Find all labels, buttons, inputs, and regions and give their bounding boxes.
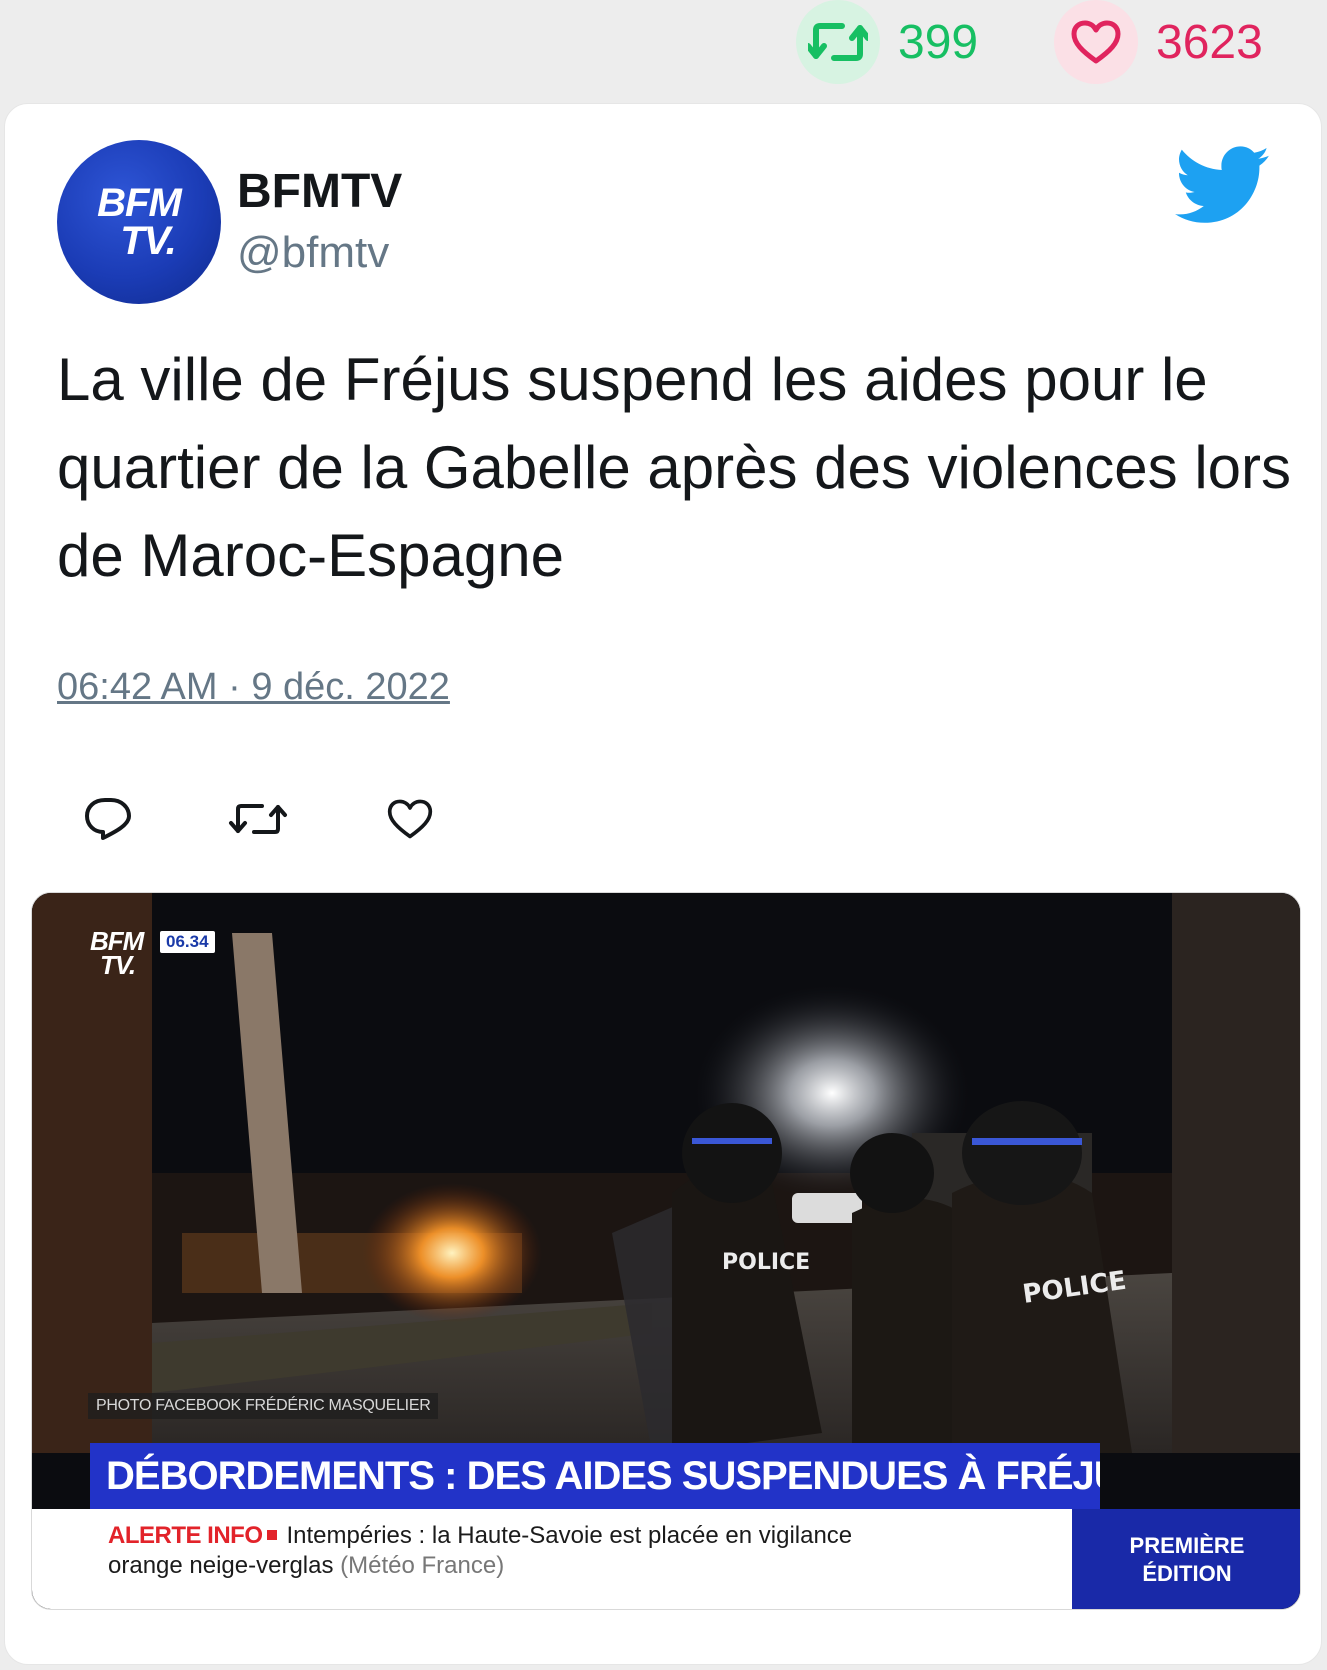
news-ticker: ALERTE INFO Intempéries : la Haute-Savoie… [32,1509,1072,1609]
user-handle[interactable]: @bfmtv [237,228,389,278]
reply-icon [85,798,131,840]
like-stat-icon [1054,0,1138,84]
retweet-icon [808,23,868,61]
ticker-line-1: ALERTE INFO Intempéries : la Haute-Savoie… [108,1521,1072,1551]
ticker-source: (Météo France) [340,1552,505,1579]
police-label: POLICE [722,1250,810,1275]
tweet-media[interactable]: POLICE POLICE BFM TV. 06.34 PHOTO FACEBO… [31,892,1301,1610]
retweet-button[interactable] [223,784,293,854]
like-stat[interactable]: 3623 [1054,0,1263,84]
heart-icon [1071,20,1121,64]
like-count: 3623 [1156,15,1263,69]
avatar-logo-line2: TV. [120,219,177,263]
like-icon [387,799,433,839]
like-button[interactable] [375,784,445,854]
ticker-line-2: orange neige-verglas (Météo France) [108,1551,1072,1581]
retweet-count: 399 [898,15,979,69]
bfm-logo-line2: TV. [100,950,136,980]
tweet-card: BFM TV. BFMTV @bfmtv La ville de Fréjus … [4,103,1322,1665]
stats-bar: 399 3623 [0,0,1327,100]
photo-credit: PHOTO FACEBOOK FRÉDÉRIC MASQUELIER [88,1393,439,1419]
ticker-text-1: Intempéries : la Haute-Savoie est placée… [286,1522,853,1549]
broadcast-clock: 06.34 [160,931,215,953]
tweet-timestamp[interactable]: 06:42 AM · 9 déc. 2022 [57,666,450,709]
bfm-channel-logo: BFM TV. [90,928,144,980]
edition-line2: ÉDITION [1142,1561,1232,1586]
tweet-actions [57,784,445,854]
reply-button[interactable] [73,784,143,854]
news-headline: DÉBORDEMENTS : DES AIDES SUSPENDUES À FR… [90,1443,1100,1509]
twitter-bird-icon[interactable] [1175,146,1271,226]
ticker-text-2: orange neige-verglas [108,1552,334,1579]
retweet-stat-icon [796,0,880,84]
retweet-icon [229,804,287,834]
tweet-text: La ville de Fréjus suspend les aides pou… [57,346,1292,589]
alert-dot [266,1530,277,1541]
avatar-logo-line1: BFM [97,181,182,225]
display-name[interactable]: BFMTV [237,164,402,219]
alert-label: ALERTE INFO [108,1522,263,1549]
retweet-stat[interactable]: 399 [796,0,978,84]
edition-badge: PREMIÈRE ÉDITION [1072,1509,1300,1609]
edition-line1: PREMIÈRE [1129,1533,1245,1558]
avatar[interactable]: BFM TV. [57,140,221,304]
